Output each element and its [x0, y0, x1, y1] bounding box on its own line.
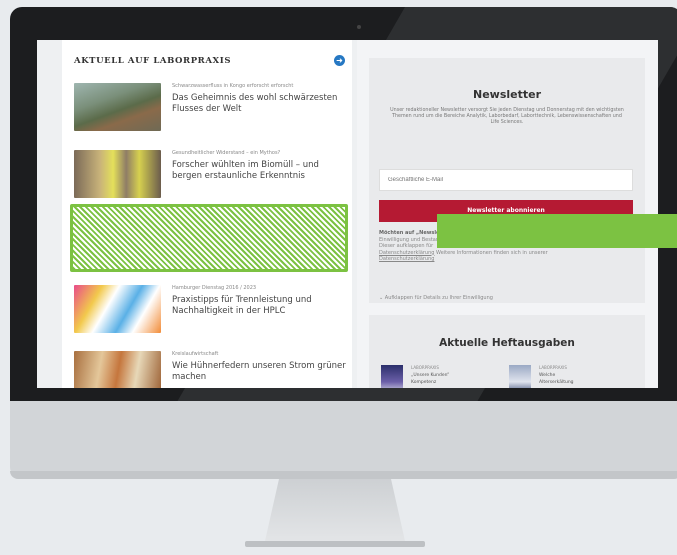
article-thumbnail[interactable]: [74, 351, 161, 388]
article-headline[interactable]: Praxistipps für Trennleistung und Nachha…: [172, 295, 350, 317]
magazine-line: Welche: [539, 373, 556, 378]
monitor-chin: [10, 401, 677, 479]
article-item[interactable]: Kreislaufwirtschaft Wie Hühnerfedern uns…: [74, 351, 349, 388]
article-kicker: Gesundheitlicher Widerstand – ein Mythos…: [172, 150, 281, 156]
magazine-kicker: LABORPRAXIS: [411, 365, 439, 370]
article-headline[interactable]: Forscher wühlten im Biomüll – und bergen…: [172, 160, 350, 182]
consent-toggle-label: Aufklappen für Details zu Ihrer Einwilli…: [384, 295, 493, 301]
article-thumbnail[interactable]: [74, 83, 161, 131]
ad-placeholder: [70, 204, 348, 272]
magazines-title: Aktuelle Heftausgaben: [439, 337, 575, 349]
newsletter-title: Newsletter: [472, 88, 541, 101]
monitor-stand: [265, 479, 405, 541]
chevron-down-icon: ⌄: [379, 295, 384, 301]
highlight-bar: [437, 214, 677, 248]
privacy-link-2[interactable]: Datenschutzerklärung: [379, 256, 434, 262]
newsletter-description: Unser redaktioneller Newsletter versorgt…: [390, 108, 624, 125]
email-field[interactable]: [379, 169, 633, 191]
magazine-item[interactable]: LABORPRAXIS „Unsere Kunden“ Kompetenz: [381, 365, 501, 388]
consent-toggle[interactable]: ⌄ Aufklappen für Details zu Ihrer Einwil…: [379, 295, 493, 301]
arrow-right-icon[interactable]: ➜: [334, 55, 345, 66]
newsletter-box: Newsletter Unser redaktioneller Newslett…: [369, 58, 645, 303]
news-feed: AKTUELL AUF LABORPRAXIS ➜ Schwarzwasserf…: [62, 40, 352, 388]
article-headline[interactable]: Wie Hühnerfedern unseren Strom grüner ma…: [172, 361, 350, 383]
magazine-line: Kompetenz: [411, 380, 437, 385]
magazine-kicker: LABORPRAXIS: [539, 365, 567, 370]
consent-rest: Weitere Informationen finden sich in uns…: [436, 249, 548, 256]
magazine-item[interactable]: LABORPRAXIS Welche Alterserkältung: [509, 365, 629, 388]
webcam-icon: [357, 25, 361, 29]
article-kicker: Schwarzwasserfluss in Kongo erforscht er…: [172, 83, 294, 89]
article-kicker: Kreislaufwirtschaft: [172, 351, 219, 357]
monitor-stand-base: [245, 541, 425, 547]
article-headline[interactable]: Das Geheimnis des wohl schwärzesten Flus…: [172, 93, 350, 115]
article-item[interactable]: Schwarzwasserfluss in Kongo erforscht er…: [74, 83, 349, 135]
article-kicker: Hamburger Dienstag 2016 / 2023: [172, 285, 257, 291]
monitor-chin-shadow: [10, 471, 677, 479]
magazine-line: „Unsere Kunden“: [411, 373, 450, 378]
privacy-link[interactable]: Datenschutzerklärung: [379, 250, 434, 256]
article-thumbnail[interactable]: [74, 285, 161, 333]
magazine-cover[interactable]: [381, 365, 403, 388]
magazine-cover[interactable]: [509, 365, 531, 388]
article-item[interactable]: Gesundheitlicher Widerstand – ein Mythos…: [74, 150, 349, 202]
article-thumbnail[interactable]: [74, 150, 161, 198]
magazines-box: Aktuelle Heftausgaben LABORPRAXIS „Unser…: [369, 315, 645, 388]
feed-title: AKTUELL AUF LABORPRAXIS: [74, 56, 232, 66]
article-item[interactable]: Hamburger Dienstag 2016 / 2023 Praxistip…: [74, 285, 349, 337]
consent-line-2: Dieser aufklappen für: [379, 243, 434, 249]
magazine-line: Alterserkältung: [539, 380, 574, 385]
